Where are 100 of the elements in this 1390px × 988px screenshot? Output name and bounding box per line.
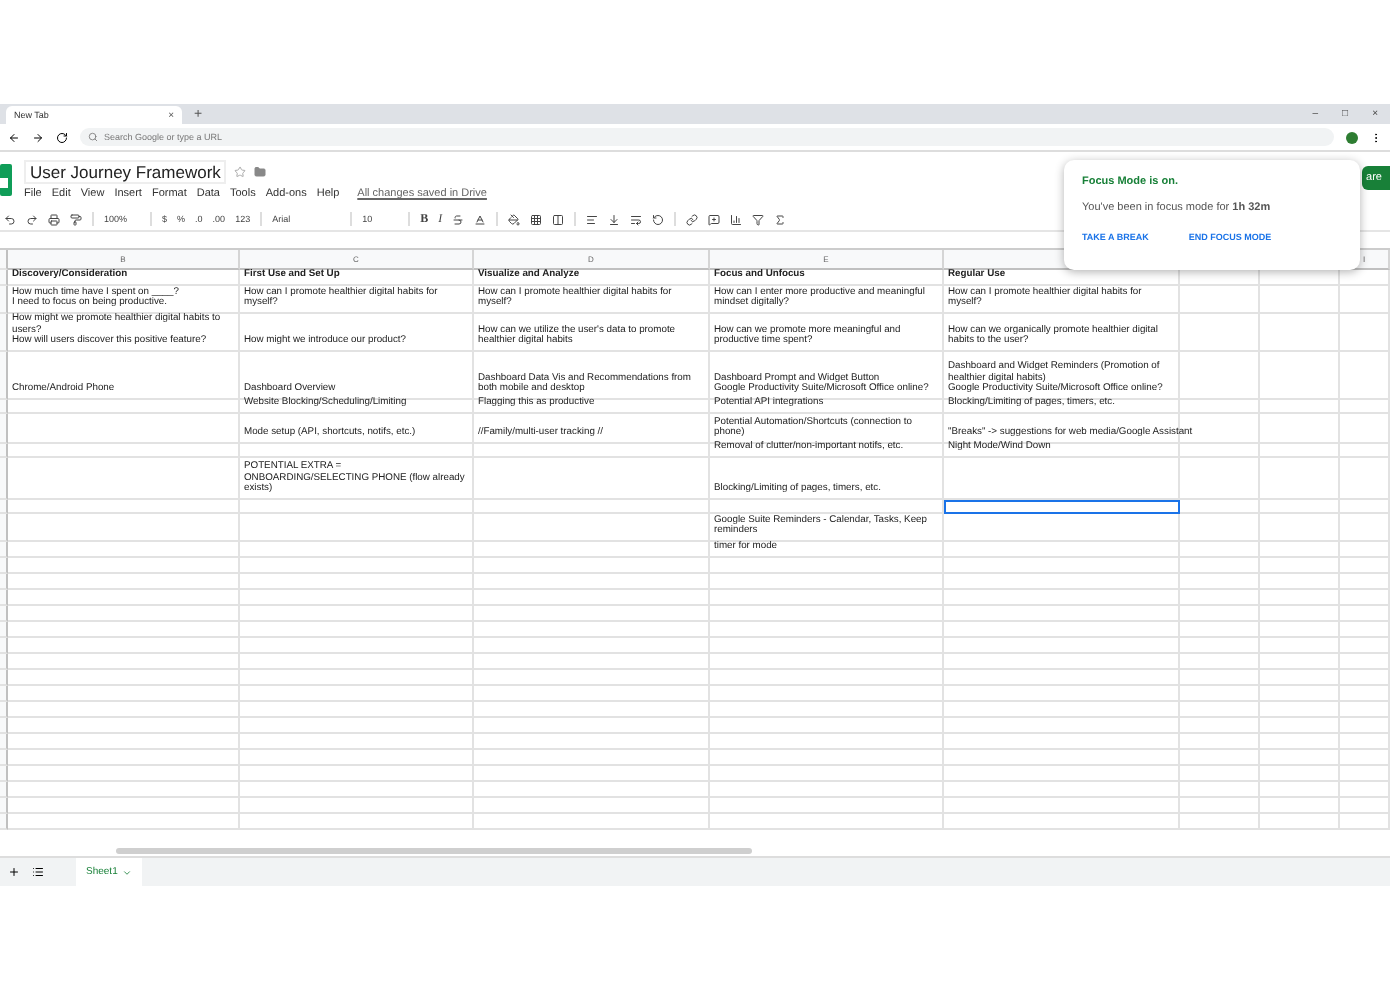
table-cell[interactable]	[1260, 782, 1340, 798]
table-cell[interactable]	[944, 718, 1180, 734]
avatar-icon[interactable]	[1346, 131, 1358, 143]
table-cell[interactable]	[474, 458, 710, 500]
table-cell[interactable]	[944, 782, 1180, 798]
link-icon[interactable]	[686, 213, 699, 225]
table-cell[interactable]	[1340, 542, 1390, 558]
table-cell[interactable]	[8, 766, 240, 782]
table-cell[interactable]	[1260, 590, 1340, 606]
table-cell[interactable]	[474, 686, 710, 702]
scrollbar-thumb[interactable]	[116, 848, 752, 854]
merge-icon[interactable]	[552, 213, 565, 225]
table-cell[interactable]	[8, 718, 240, 734]
table-cell[interactable]	[8, 444, 240, 458]
table-cell[interactable]	[944, 702, 1180, 718]
table-cell[interactable]	[240, 500, 474, 514]
table-cell[interactable]	[1340, 514, 1390, 542]
table-cell[interactable]	[240, 622, 474, 638]
table-cell[interactable]	[944, 542, 1180, 558]
table-cell[interactable]	[1180, 638, 1260, 654]
table-cell[interactable]	[8, 622, 240, 638]
table-cell[interactable]	[1180, 782, 1260, 798]
table-cell[interactable]	[1340, 638, 1390, 654]
table-cell[interactable]	[1340, 702, 1390, 718]
table-cell[interactable]	[1260, 444, 1340, 458]
table-cell[interactable]	[710, 734, 944, 750]
table-cell[interactable]	[8, 686, 240, 702]
table-cell[interactable]	[710, 686, 944, 702]
table-cell[interactable]	[474, 670, 710, 686]
table-cell[interactable]	[944, 750, 1180, 766]
table-cell[interactable]	[1180, 400, 1260, 414]
table-cell[interactable]	[240, 542, 474, 558]
table-cell[interactable]	[944, 670, 1180, 686]
table-cell[interactable]	[710, 622, 944, 638]
chart-icon[interactable]	[730, 213, 743, 225]
table-cell[interactable]	[1180, 622, 1260, 638]
table-cell[interactable]	[474, 514, 710, 542]
table-cell[interactable]	[8, 542, 240, 558]
table-cell[interactable]	[1260, 514, 1340, 542]
table-cell[interactable]	[474, 654, 710, 670]
table-cell[interactable]	[240, 766, 474, 782]
table-cell[interactable]	[1180, 574, 1260, 590]
table-cell[interactable]	[474, 734, 710, 750]
table-cell[interactable]	[1260, 686, 1340, 702]
table-cell[interactable]	[240, 606, 474, 622]
table-cell[interactable]	[1260, 734, 1340, 750]
table-cell[interactable]	[474, 558, 710, 574]
table-cell[interactable]	[1180, 606, 1260, 622]
table-cell[interactable]	[1260, 622, 1340, 638]
table-cell[interactable]	[944, 766, 1180, 782]
table-cell[interactable]	[8, 514, 240, 542]
table-cell[interactable]	[1340, 314, 1390, 352]
table-cell[interactable]	[474, 798, 710, 814]
table-cell[interactable]	[710, 670, 944, 686]
table-cell[interactable]	[1340, 798, 1390, 814]
borders-icon[interactable]	[530, 213, 543, 225]
table-cell[interactable]	[8, 638, 240, 654]
table-cell[interactable]	[1260, 718, 1340, 734]
table-cell[interactable]	[1180, 798, 1260, 814]
table-cell[interactable]	[710, 782, 944, 798]
table-cell[interactable]	[1340, 458, 1390, 500]
table-cell[interactable]	[474, 622, 710, 638]
table-cell[interactable]	[710, 638, 944, 654]
table-cell[interactable]	[240, 750, 474, 766]
vertical-align-icon[interactable]	[608, 213, 621, 225]
table-cell[interactable]	[944, 814, 1180, 830]
print-icon[interactable]	[48, 213, 60, 225]
table-cell[interactable]	[710, 814, 944, 830]
table-cell[interactable]	[474, 606, 710, 622]
undo-icon[interactable]	[4, 213, 16, 225]
table-cell[interactable]	[240, 590, 474, 606]
table-cell[interactable]	[1180, 654, 1260, 670]
table-cell[interactable]	[8, 782, 240, 798]
table-cell[interactable]	[944, 458, 1180, 500]
table-cell[interactable]	[944, 734, 1180, 750]
table-cell[interactable]	[1180, 514, 1260, 542]
table-cell[interactable]	[1260, 702, 1340, 718]
table-cell[interactable]	[1260, 414, 1340, 444]
table-cell[interactable]	[1180, 590, 1260, 606]
table-cell[interactable]	[8, 654, 240, 670]
table-cell[interactable]	[1340, 750, 1390, 766]
table-cell[interactable]	[1180, 734, 1260, 750]
table-cell[interactable]	[944, 574, 1180, 590]
table-cell[interactable]	[710, 702, 944, 718]
table-cell[interactable]	[1180, 766, 1260, 782]
table-cell[interactable]	[1340, 286, 1390, 314]
table-cell[interactable]	[1180, 750, 1260, 766]
table-cell[interactable]	[240, 574, 474, 590]
table-cell[interactable]	[8, 702, 240, 718]
comment-icon[interactable]	[708, 213, 721, 225]
table-cell[interactable]	[1260, 500, 1340, 514]
table-cell[interactable]	[710, 718, 944, 734]
table-cell[interactable]	[1180, 444, 1260, 458]
table-cell[interactable]	[240, 444, 474, 458]
table-cell[interactable]	[1260, 314, 1340, 352]
fill-color-icon[interactable]	[508, 213, 521, 225]
table-cell[interactable]	[474, 542, 710, 558]
table-cell[interactable]	[474, 444, 710, 458]
table-cell[interactable]	[240, 654, 474, 670]
table-cell[interactable]	[8, 798, 240, 814]
